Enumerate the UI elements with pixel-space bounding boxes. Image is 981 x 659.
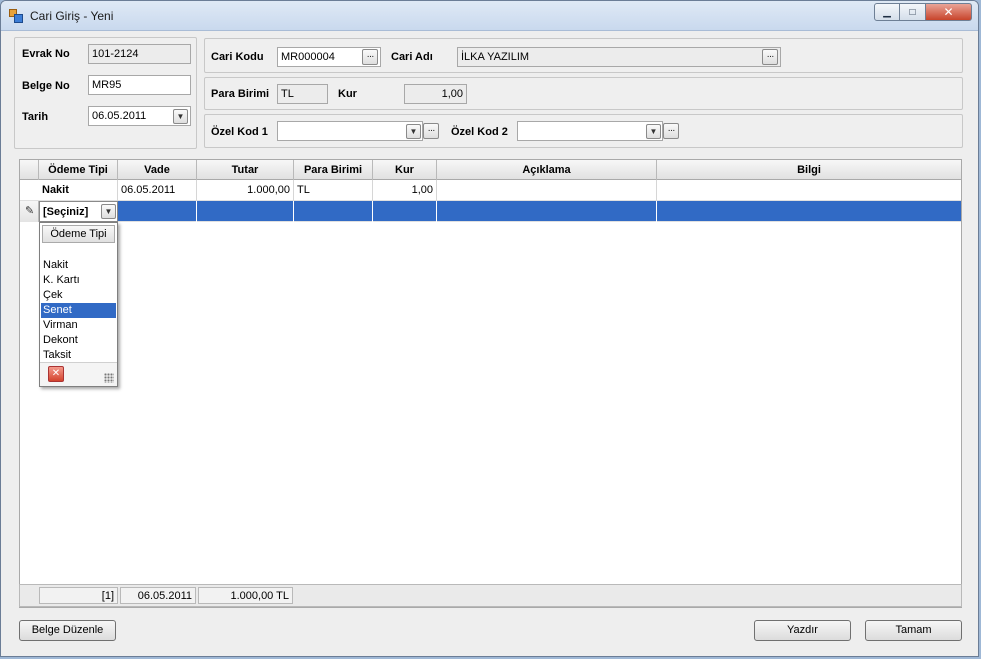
chevron-down-icon: ▼ bbox=[176, 112, 185, 121]
grid-footer: [1] 06.05.2011 1.000,00 TL bbox=[19, 584, 962, 607]
pencil-icon: ✎ bbox=[25, 205, 35, 217]
footer-count: [1] bbox=[39, 587, 118, 604]
title-bar: Cari Giriş - Yeni ▁ □ ✕ bbox=[1, 1, 978, 31]
cari-panel: Cari Kodu MR000004 ··· Cari Adı İLKA YAZ… bbox=[204, 38, 963, 73]
column-aciklama[interactable]: Açıklama bbox=[437, 160, 657, 180]
popup-footer: ✕ bbox=[40, 362, 117, 386]
minimize-button[interactable]: ▁ bbox=[874, 3, 900, 21]
odeme-tipi-popup: Ödeme Tipi Nakit K. Kartı Çek Senet Virm… bbox=[39, 222, 118, 387]
column-vade[interactable]: Vade bbox=[118, 160, 197, 180]
grid-header-indicator bbox=[20, 160, 39, 180]
yazdir-button[interactable]: Yazdır bbox=[754, 620, 851, 641]
para-birimi-field[interactable]: TL bbox=[277, 84, 328, 104]
special-code-panel: Özel Kod 1 ▼ ··· Özel Kod 2 ▼ ··· bbox=[204, 114, 963, 148]
column-tutar[interactable]: Tutar bbox=[197, 160, 294, 180]
ellipsis-icon: ··· bbox=[427, 125, 436, 136]
cell-tutar[interactable]: 1.000,00 bbox=[197, 180, 294, 201]
cell-para-birimi[interactable] bbox=[294, 201, 373, 222]
cell-bilgi[interactable] bbox=[657, 201, 961, 222]
popup-item-nakit[interactable]: Nakit bbox=[41, 258, 116, 273]
popup-item-taksit[interactable]: Taksit bbox=[41, 348, 116, 363]
dialog-window: Cari Giriş - Yeni ▁ □ ✕ Evrak No 101-212… bbox=[0, 0, 979, 657]
ellipsis-icon: ··· bbox=[766, 51, 775, 62]
cari-adi-label: Cari Adı bbox=[391, 51, 433, 63]
belge-no-field[interactable]: MR95 bbox=[88, 75, 191, 95]
cari-kodu-lookup-button[interactable]: ··· bbox=[362, 49, 378, 65]
ozel-kod1-dropdown-button[interactable]: ▼ bbox=[406, 124, 421, 139]
cari-adi-lookup-button[interactable]: ··· bbox=[762, 49, 778, 65]
chevron-down-icon: ▼ bbox=[649, 127, 658, 136]
tarih-label: Tarih bbox=[22, 111, 49, 123]
resize-grip-icon[interactable] bbox=[104, 373, 114, 383]
chevron-down-icon: ▼ bbox=[409, 127, 418, 136]
app-icon bbox=[9, 9, 23, 23]
currency-panel: Para Birimi TL Kur 1,00 bbox=[204, 77, 963, 110]
column-bilgi[interactable]: Bilgi bbox=[657, 160, 961, 180]
ozel-kod2-field[interactable] bbox=[517, 121, 663, 141]
chevron-down-icon: ▼ bbox=[104, 207, 113, 216]
cari-kodu-label: Cari Kodu bbox=[211, 51, 264, 63]
popup-header: Ödeme Tipi bbox=[42, 225, 115, 243]
column-kur[interactable]: Kur bbox=[373, 160, 437, 180]
para-birimi-label: Para Birimi bbox=[211, 88, 270, 100]
popup-item-virman[interactable]: Virman bbox=[41, 318, 116, 333]
ozel-kod1-lookup-button[interactable]: ··· bbox=[423, 123, 439, 139]
evrak-no-field[interactable]: 101-2124 bbox=[88, 44, 191, 64]
ozel-kod2-lookup-button[interactable]: ··· bbox=[663, 123, 679, 139]
cell-kur[interactable]: 1,00 bbox=[373, 180, 437, 201]
cell-bilgi[interactable] bbox=[657, 180, 961, 201]
ozel-kod1-label: Özel Kod 1 bbox=[211, 126, 268, 138]
window-title: Cari Giriş - Yeni bbox=[30, 9, 114, 23]
popup-item-dekont[interactable]: Dekont bbox=[41, 333, 116, 348]
footer-date: 06.05.2011 bbox=[120, 587, 196, 604]
cell-aciklama[interactable] bbox=[437, 180, 657, 201]
cari-adi-field[interactable]: İLKA YAZILIM bbox=[457, 47, 781, 67]
cell-aciklama[interactable] bbox=[437, 201, 657, 222]
document-panel: Evrak No 101-2124 Belge No MR95 Tarih 06… bbox=[14, 37, 197, 149]
payment-grid: Ödeme Tipi Vade Tutar Para Birimi Kur Aç… bbox=[19, 159, 962, 608]
cell-vade[interactable] bbox=[118, 201, 197, 222]
cell-para-birimi[interactable]: TL bbox=[294, 180, 373, 201]
ozel-kod2-dropdown-button[interactable]: ▼ bbox=[646, 124, 661, 139]
cell-odeme-tipi[interactable]: Nakit bbox=[39, 180, 118, 201]
maximize-button[interactable]: □ bbox=[900, 3, 926, 21]
clear-icon[interactable]: ✕ bbox=[48, 366, 64, 382]
popup-item-k-karti[interactable]: K. Kartı bbox=[41, 273, 116, 288]
footer-total: 1.000,00 TL bbox=[198, 587, 293, 604]
ellipsis-icon: ··· bbox=[366, 51, 375, 62]
evrak-no-label: Evrak No bbox=[22, 48, 70, 60]
edit-row-indicator: ✎ bbox=[20, 201, 39, 222]
ozel-kod1-field[interactable] bbox=[277, 121, 423, 141]
kur-label: Kur bbox=[338, 88, 357, 100]
grid-header: Ödeme Tipi Vade Tutar Para Birimi Kur Aç… bbox=[20, 160, 961, 180]
odeme-tipi-dropdown-button[interactable]: ▼ bbox=[101, 204, 116, 219]
kur-field[interactable]: 1,00 bbox=[404, 84, 467, 104]
tamam-button[interactable]: Tamam bbox=[865, 620, 962, 641]
ozel-kod2-label: Özel Kod 2 bbox=[451, 126, 508, 138]
column-odeme-tipi[interactable]: Ödeme Tipi bbox=[39, 160, 118, 180]
table-row-editing[interactable]: ✎ [Seçiniz] ▼ bbox=[20, 201, 961, 222]
cell-kur[interactable] bbox=[373, 201, 437, 222]
column-para-birimi[interactable]: Para Birimi bbox=[294, 160, 373, 180]
popup-item-cek[interactable]: Çek bbox=[41, 288, 116, 303]
cell-vade[interactable]: 06.05.2011 bbox=[118, 180, 197, 201]
odeme-tipi-editor-text: [Seçiniz] bbox=[43, 206, 89, 218]
belge-duzenle-button[interactable]: Belge Düzenle bbox=[19, 620, 116, 641]
ellipsis-icon: ··· bbox=[667, 125, 676, 136]
window-controls: ▁ □ ✕ bbox=[874, 3, 972, 21]
table-row[interactable]: Nakit 06.05.2011 1.000,00 TL 1,00 bbox=[20, 180, 961, 201]
tarih-dropdown-button[interactable]: ▼ bbox=[173, 109, 188, 124]
cell-tutar[interactable] bbox=[197, 201, 294, 222]
popup-item-senet[interactable]: Senet bbox=[41, 303, 116, 318]
belge-no-label: Belge No bbox=[22, 80, 70, 92]
close-button[interactable]: ✕ bbox=[926, 3, 972, 21]
